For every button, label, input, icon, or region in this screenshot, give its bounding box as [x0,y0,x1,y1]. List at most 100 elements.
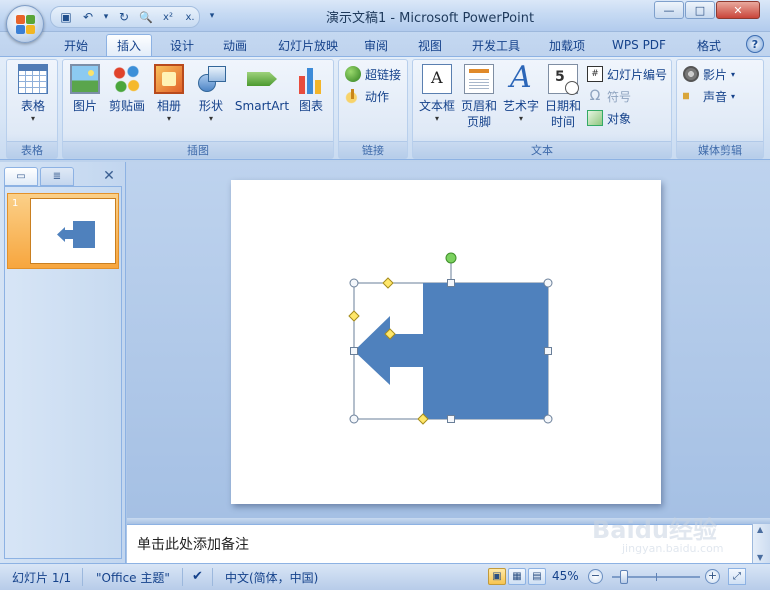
group-label-illustrations: 插图 [63,141,333,158]
slide-number-button[interactable]: # 幻灯片编号 [587,64,667,84]
adjust-handle-2[interactable] [348,310,360,322]
tab-view[interactable]: 视图 [408,34,452,56]
resize-handle-n[interactable] [447,279,455,287]
slide-number-icon: # [587,66,603,82]
textbox-button[interactable]: 文本框 ▾ [417,64,457,124]
symbol-button[interactable]: Ω 符号 [587,86,631,106]
slide-canvas[interactable] [231,180,661,504]
tab-design[interactable]: 设计 [160,34,204,56]
tab-slideshow[interactable]: 幻灯片放映 [268,34,348,56]
title-bar: ▣ ↶ ▾ ↻ 🔍 x² x. ▾ 演示文稿1 - Microsoft Powe… [0,0,770,32]
notes-pane[interactable]: 单击此处添加备注 [127,524,752,563]
zoom-slider-thumb[interactable] [620,570,628,584]
tab-review[interactable]: 审阅 [354,34,398,56]
tab-insert[interactable]: 插入 [106,34,152,56]
close-pane-icon[interactable]: ✕ [100,167,118,185]
movie-button[interactable]: 影片 ▾ [683,64,735,84]
minimize-button[interactable]: — [654,1,684,19]
maximize-button[interactable]: □ [685,1,715,19]
slide-editing-area [127,162,770,518]
custom-x2-icon[interactable]: x² [159,8,177,26]
redo-icon[interactable]: ↻ [115,8,133,26]
undo-dropdown-icon[interactable]: ▾ [101,8,111,26]
resize-handle-w[interactable] [350,347,358,355]
tab-outline[interactable]: ≣ [40,167,74,186]
fit-to-window-button[interactable]: ⤢ [728,568,746,585]
slide-sorter-button[interactable]: ▦ [508,568,526,585]
window-title: 演示文稿1 - Microsoft PowerPoint [325,11,535,26]
help-icon[interactable]: ? [746,35,764,53]
close-button[interactable]: ✕ [716,1,760,19]
tab-wps-pdf[interactable]: WPS PDF [603,34,675,56]
clipart-button[interactable]: 剪贴画 [107,64,147,114]
sound-button[interactable]: 声音 ▾ [683,86,735,106]
slide-thumbnails: 1 [4,186,122,559]
picture-button[interactable]: 图片 [69,64,101,114]
resize-handle-se[interactable] [543,414,553,424]
tab-slides[interactable]: ▭ [4,167,38,186]
notes-placeholder: 单击此处添加备注 [137,537,249,553]
ribbon: 表格 ▾ 表格 图片 剪贴画 相册 ▾ 形状 ▾ SmartArt 图表 插图 … [0,56,770,160]
slide-svg [348,252,553,425]
group-label-text: 文本 [413,141,671,158]
shapes-button[interactable]: 形状 ▾ [195,64,227,124]
slide-thumbnail[interactable] [30,198,116,264]
textbox-icon [422,64,452,94]
print-preview-icon[interactable]: 🔍 [137,8,155,26]
photo-album-button[interactable]: 相册 ▾ [153,64,185,124]
wordart-button[interactable]: 艺术字 ▾ [501,60,541,124]
customize-qat-icon[interactable]: ▾ [205,9,219,23]
custom-x-icon[interactable]: x. [181,8,199,26]
save-icon[interactable]: ▣ [57,8,75,26]
slideshow-button[interactable]: ▤ [528,568,546,585]
status-divider [212,568,213,586]
rotation-handle[interactable] [445,252,457,264]
date-time-button[interactable]: 日期和 时间 [543,64,583,130]
status-slide-count: 幻灯片 1/1 [12,571,72,585]
resize-handle-sw[interactable] [349,414,359,424]
tab-home[interactable]: 开始 [54,34,98,56]
slide-number: 1 [12,198,19,209]
normal-view-button[interactable]: ▣ [488,568,506,585]
chevron-down-icon: ▾ [518,114,523,123]
notes-scrollbar[interactable] [752,524,770,563]
slide-thumbnail-selected[interactable]: 1 [7,193,119,269]
group-label-media: 媒体剪辑 [677,141,763,158]
tab-addins[interactable]: 加载项 [539,34,595,56]
tab-format[interactable]: 格式 [686,34,732,56]
chart-button[interactable]: 图表 [295,64,327,114]
group-label-links: 链接 [339,141,407,158]
office-button[interactable] [6,5,44,43]
header-footer-button[interactable]: 页眉和 页脚 [459,64,499,130]
object-button[interactable]: 对象 [587,108,631,128]
chart-icon [296,64,326,94]
zoom-out-button[interactable]: − [588,569,603,584]
hyperlink-button[interactable]: 超链接 [345,64,401,84]
chevron-down-icon: ▾ [166,114,171,123]
speaker-icon [683,88,696,104]
resize-handle-s[interactable] [447,415,455,423]
undo-icon[interactable]: ↶ [79,8,97,26]
smartart-icon [247,64,277,94]
smartart-button[interactable]: SmartArt [235,64,289,114]
spell-check-icon[interactable]: ✔ [192,569,203,584]
action-button[interactable]: 动作 [345,86,389,106]
tab-animations[interactable]: 动画 [213,34,257,56]
group-text: 文本框 ▾ 页眉和 页脚 艺术字 ▾ 日期和 时间 # 幻灯片编号 [412,59,672,159]
left-arrow-callout-shape[interactable] [354,283,548,419]
resize-handle-nw[interactable] [349,278,359,288]
zoom-level[interactable]: 45% [552,569,579,583]
resize-handle-ne[interactable] [543,278,553,288]
film-reel-icon [683,66,699,82]
status-language: 中文(简体，中国) [225,571,319,585]
group-table: 表格 ▾ 表格 [6,59,58,159]
slides-pane: ▭ ≣ ✕ 1 [0,162,126,563]
table-button[interactable]: 表格 ▾ [15,64,51,124]
tab-developer[interactable]: 开发工具 [462,34,530,56]
resize-handle-e[interactable] [544,347,552,355]
zoom-in-button[interactable]: + [705,569,720,584]
status-divider [82,568,83,586]
adjust-handle-1[interactable] [382,277,394,289]
action-icon [345,88,361,104]
quick-access-toolbar: ▣ ↶ ▾ ↻ 🔍 x² x. [50,6,200,28]
